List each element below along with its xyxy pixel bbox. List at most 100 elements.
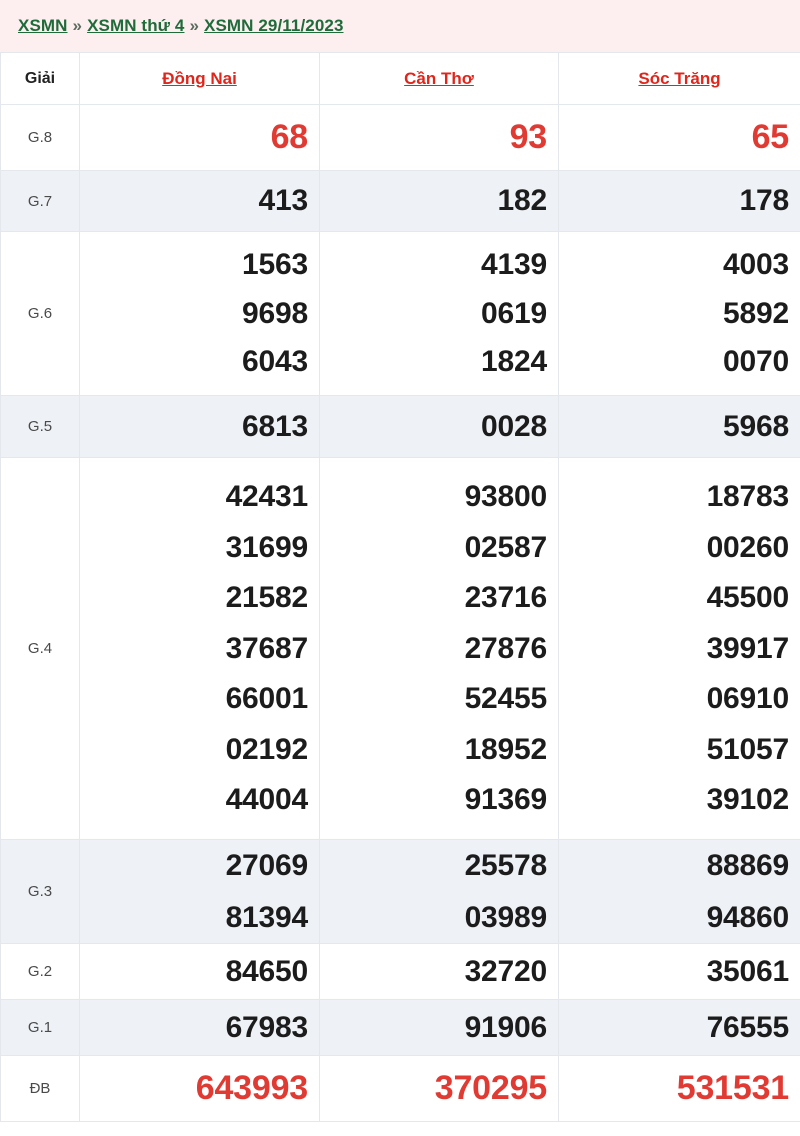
- prize-row-g5: G.5 6813 0028 5968: [0, 395, 800, 458]
- result-cell-g2-soc-trang: 35061: [558, 943, 800, 1000]
- result-number: 9698: [242, 296, 308, 330]
- column-header-can-tho: Cần Thơ: [319, 52, 559, 105]
- result-cell-g1-can-tho: 91906: [319, 999, 559, 1056]
- province-link-can-tho[interactable]: Cần Thơ: [404, 69, 474, 88]
- result-cell-g3-can-tho: 25578 03989: [319, 839, 559, 944]
- result-number: 178: [739, 184, 790, 218]
- result-number: 23716: [464, 581, 548, 615]
- result-cell-db-can-tho: 370295: [319, 1055, 559, 1122]
- prize-label-g6: G.6: [0, 231, 80, 396]
- prize-label-g7: G.7: [0, 170, 80, 232]
- result-number: 52455: [464, 682, 548, 716]
- result-cell-g4-dong-nai: 42431 31699 21582 37687 66001 02192 44004: [79, 457, 320, 840]
- breadcrumb-item-xsmn[interactable]: XSMN: [18, 16, 68, 35]
- breadcrumb-separator: »: [72, 16, 83, 35]
- prize-row-g4: G.4 42431 31699 21582 37687 66001 02192 44004 93…: [0, 457, 800, 840]
- result-number: 81394: [225, 900, 309, 934]
- result-cell-g3-dong-nai: 27069 81394: [79, 839, 320, 944]
- province-link-dong-nai[interactable]: Đồng Nai: [162, 69, 237, 88]
- table-body: G.8 68 93 65 G.7 413 182 178 G.6 1563 9698 6043 4139…: [0, 104, 800, 1122]
- prize-label-db: ĐB: [0, 1055, 80, 1122]
- result-number: 18952: [464, 732, 548, 766]
- prize-label-g5: G.5: [0, 395, 80, 458]
- result-number: 370295: [434, 1068, 547, 1107]
- result-cell-g7-soc-trang: 178: [558, 170, 800, 232]
- result-cell-g6-can-tho: 4139 0619 1824: [319, 231, 559, 396]
- prize-row-g6: G.6 1563 9698 6043 4139 0619 1824 4003 5892 0070: [0, 231, 800, 396]
- result-cell-g1-soc-trang: 76555: [558, 999, 800, 1056]
- breadcrumb-bar: XSMN» XSMN thứ 4» XSMN 29/11/2023: [0, 0, 800, 52]
- prize-label-g4: G.4: [0, 457, 80, 840]
- prize-label-g3: G.3: [0, 839, 80, 944]
- result-number: 21582: [225, 581, 309, 615]
- breadcrumb-item-xsmn-date[interactable]: XSMN 29/11/2023: [204, 16, 343, 35]
- result-number: 37687: [225, 631, 309, 665]
- result-cell-g8-soc-trang: 65: [558, 104, 800, 171]
- prize-row-g3: G.3 27069 81394 25578 03989 88869 94860: [0, 839, 800, 944]
- result-cell-g2-can-tho: 32720: [319, 943, 559, 1000]
- result-number: 94860: [706, 900, 790, 934]
- result-number: 27069: [225, 849, 309, 882]
- province-link-soc-trang[interactable]: Sóc Trăng: [638, 69, 720, 88]
- result-cell-g4-can-tho: 93800 02587 23716 27876 52455 18952 91369: [319, 457, 559, 840]
- result-number: 67983: [225, 1010, 309, 1044]
- result-number: 182: [497, 184, 548, 218]
- result-cell-g7-dong-nai: 413: [79, 170, 320, 232]
- result-number: 0070: [723, 345, 789, 379]
- prize-row-g1: G.1 67983 91906 76555: [0, 999, 800, 1056]
- result-number: 93800: [464, 480, 548, 514]
- result-number: 93: [509, 117, 548, 156]
- column-header-dong-nai: Đồng Nai: [79, 52, 320, 105]
- result-number: 18783: [706, 480, 790, 514]
- breadcrumb-item-xsmn-thu-4[interactable]: XSMN thứ 4: [87, 16, 184, 35]
- result-cell-g7-can-tho: 182: [319, 170, 559, 232]
- table-header: Giải Đồng Nai Cần Thơ Sóc Trăng: [0, 52, 800, 105]
- result-number: 6813: [242, 409, 308, 443]
- result-number: 84650: [225, 954, 309, 988]
- result-number: 65: [751, 117, 790, 156]
- result-number: 413: [258, 184, 309, 218]
- prize-label-g1: G.1: [0, 999, 80, 1056]
- breadcrumb-separator: »: [189, 16, 200, 35]
- result-number: 531531: [676, 1068, 789, 1107]
- result-number: 1824: [481, 345, 547, 379]
- prize-row-db: ĐB 643993 370295 531531: [0, 1055, 800, 1122]
- result-number: 4003: [723, 248, 789, 282]
- result-cell-db-soc-trang: 531531: [558, 1055, 800, 1122]
- result-number: 643993: [195, 1068, 308, 1107]
- prize-row-g8: G.8 68 93 65: [0, 104, 800, 171]
- result-number: 91906: [464, 1010, 548, 1044]
- result-cell-g5-dong-nai: 6813: [79, 395, 320, 458]
- result-number: 88869: [706, 849, 790, 882]
- prize-label-g8: G.8: [0, 104, 80, 171]
- result-number: 27876: [464, 631, 548, 665]
- result-cell-g3-soc-trang: 88869 94860: [558, 839, 800, 944]
- result-number: 0028: [481, 409, 547, 443]
- column-header-soc-trang: Sóc Trăng: [558, 52, 800, 105]
- column-header-prize: Giải: [0, 52, 80, 105]
- result-number: 45500: [706, 581, 790, 615]
- result-number: 5892: [723, 296, 789, 330]
- result-number: 5968: [723, 409, 789, 443]
- result-cell-g6-dong-nai: 1563 9698 6043: [79, 231, 320, 396]
- result-number: 25578: [464, 849, 548, 882]
- result-number: 03989: [464, 900, 548, 934]
- result-cell-g4-soc-trang: 18783 00260 45500 39917 06910 51057 39102: [558, 457, 800, 840]
- prize-label-g2: G.2: [0, 943, 80, 1000]
- result-number: 66001: [225, 682, 309, 716]
- breadcrumb: XSMN» XSMN thứ 4» XSMN 29/11/2023: [18, 16, 344, 36]
- result-cell-db-dong-nai: 643993: [79, 1055, 320, 1122]
- result-cell-g6-soc-trang: 4003 5892 0070: [558, 231, 800, 396]
- lottery-results-table: Giải Đồng Nai Cần Thơ Sóc Trăng G.8 68 93 6…: [0, 52, 800, 1122]
- result-number: 91369: [464, 783, 548, 817]
- result-number: 68: [270, 117, 309, 156]
- result-number: 0619: [481, 296, 547, 330]
- result-cell-g2-dong-nai: 84650: [79, 943, 320, 1000]
- result-number: 39917: [706, 631, 790, 665]
- result-number: 02192: [225, 732, 309, 766]
- result-number: 76555: [706, 1010, 790, 1044]
- result-number: 51057: [706, 732, 790, 766]
- result-cell-g1-dong-nai: 67983: [79, 999, 320, 1056]
- prize-row-g7: G.7 413 182 178: [0, 170, 800, 232]
- result-number: 1563: [242, 248, 308, 282]
